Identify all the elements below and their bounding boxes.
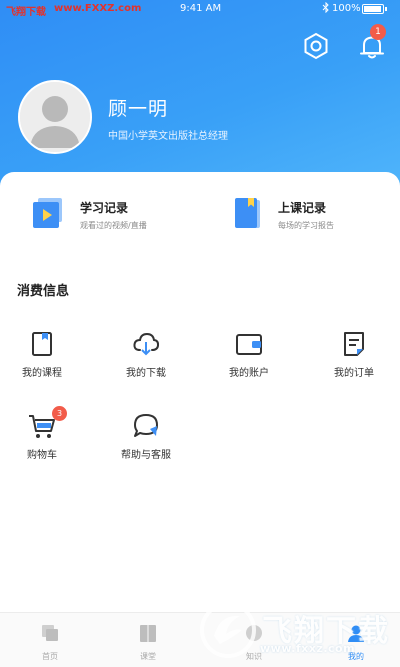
- class-record-subtitle: 每场的学习报告: [278, 221, 334, 230]
- book-icon: [140, 625, 156, 642]
- help-chat-icon: [134, 414, 158, 437]
- help-service-button[interactable]: 帮助与客服: [106, 412, 186, 472]
- book-record-icon: [235, 198, 260, 228]
- shopping-cart-button[interactable]: 3 购物车: [2, 406, 82, 472]
- user-title: 中国小学英文出版社总经理: [108, 131, 228, 142]
- class-record-title: 上课记录: [278, 201, 327, 215]
- my-downloads-button[interactable]: 我的下载: [106, 330, 186, 390]
- study-record-button[interactable]: 学习记录 观看过的视频/直播: [32, 196, 192, 236]
- watermark-url: www.fxxz.com: [260, 642, 356, 655]
- study-record-title: 学习记录: [80, 201, 129, 215]
- wallet-icon: [236, 334, 262, 355]
- home-icon: [42, 625, 58, 641]
- tab-home-label: 首页: [42, 652, 58, 661]
- help-service-label: 帮助与客服: [121, 450, 171, 461]
- battery-percent: 100%: [332, 3, 361, 14]
- study-record-subtitle: 观看过的视频/直播: [80, 221, 147, 230]
- consumption-section-title: 消费信息: [17, 284, 70, 299]
- my-downloads-label: 我的下载: [126, 368, 166, 379]
- tab-classroom[interactable]: 课堂: [98, 613, 198, 667]
- my-courses-button[interactable]: 我的课程: [2, 330, 82, 390]
- watermark: 飞翔下载 www.fxxz.com: [196, 596, 400, 667]
- cloud-download-icon: [133, 332, 160, 356]
- user-silhouette-icon: [20, 82, 90, 152]
- class-record-button[interactable]: 上课记录 每场的学习报告: [230, 196, 390, 236]
- my-courses-label: 我的课程: [22, 368, 62, 379]
- status-site-url: www.FXXZ.com: [54, 3, 142, 14]
- watermark-logo-icon: [200, 602, 256, 658]
- course-icon: [32, 332, 52, 356]
- order-icon: [344, 332, 364, 356]
- cart-badge: 3: [52, 406, 67, 421]
- user-name: 顾一明: [108, 98, 169, 120]
- shopping-cart-label: 购物车: [27, 450, 57, 461]
- status-time: 9:41 AM: [180, 3, 222, 14]
- status-site-label: 飞翔下载: [6, 7, 46, 18]
- hexagon-settings-icon: [304, 32, 328, 60]
- video-record-icon: [33, 198, 62, 228]
- avatar[interactable]: [18, 80, 92, 154]
- my-account-label: 我的账户: [229, 368, 269, 379]
- notification-badge: 1: [370, 24, 386, 40]
- tab-home[interactable]: 首页: [0, 613, 100, 667]
- my-account-button[interactable]: 我的账户: [209, 330, 289, 390]
- tab-classroom-label: 课堂: [140, 652, 156, 661]
- status-bar: 飞翔下载 www.FXXZ.com 9:41 AM 100%: [0, 0, 400, 18]
- my-orders-button[interactable]: 我的订单: [314, 330, 394, 390]
- bluetooth-icon: [322, 1, 330, 16]
- battery-icon: [362, 4, 384, 14]
- settings-button[interactable]: [301, 31, 331, 61]
- profile-card: 学习记录 观看过的视频/直播 上课记录 每场的学习报告 消费信息 我的课程 我的…: [0, 172, 400, 612]
- my-orders-label: 我的订单: [334, 368, 374, 379]
